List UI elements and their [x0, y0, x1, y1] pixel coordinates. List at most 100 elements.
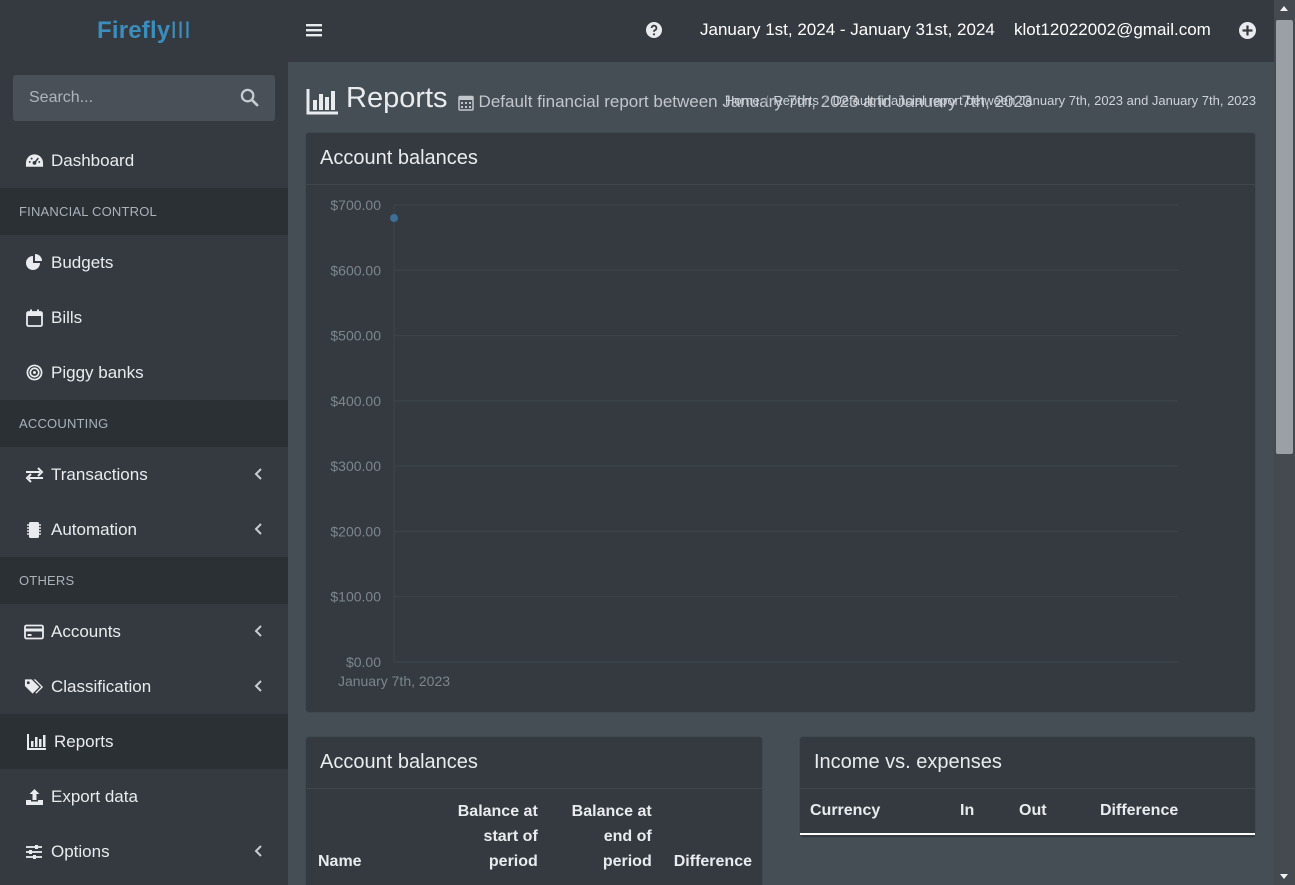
plus-circle-icon[interactable]	[1239, 22, 1256, 39]
scroll-down-arrow-icon[interactable]	[1280, 874, 1288, 879]
sidebar-item-label: Automation	[51, 519, 137, 539]
bar-chart-icon	[27, 732, 47, 752]
y-tick-label: $500.00	[330, 328, 381, 344]
page-title: Reports	[346, 82, 448, 114]
sidebar-item-label: Dashboard	[51, 150, 135, 170]
sidebar-item-dashboard[interactable]: Dashboard	[0, 133, 288, 188]
credit-card-icon	[24, 622, 44, 642]
sidebar-item-reports[interactable]: Reports	[0, 714, 288, 769]
chevron-left-icon	[254, 468, 262, 480]
y-tick-label: $700.00	[330, 197, 381, 213]
search-icon[interactable]	[240, 88, 259, 107]
search-input[interactable]	[29, 89, 229, 107]
breadcrumb: Home / Reports / Default financial repor…	[725, 93, 1256, 108]
income-vs-expenses-card: Income vs. expenses Currency In Out Diff…	[800, 737, 1255, 837]
tags-icon	[24, 677, 44, 697]
calendar-icon	[24, 308, 44, 328]
column-header-currency: Currency	[810, 802, 881, 819]
sidebar-item-label: Bills	[51, 307, 83, 327]
sidebar-item-label: Export data	[51, 786, 138, 806]
y-tick-label: $0.00	[346, 654, 381, 670]
sidebar-item-classification[interactable]: Classification	[0, 659, 288, 714]
scrollbar-thumb[interactable]	[1276, 20, 1293, 454]
card-title: Account balances	[306, 737, 762, 789]
table-header-row: Currency In Out Difference	[800, 789, 1255, 834]
account-balances-chart-card: Account balances $0.00 $100.00 $200.00 $300…	[306, 133, 1255, 712]
sidebar-item-automation[interactable]: Automation	[0, 502, 288, 557]
column-header-start-balance: Balance at start of period	[457, 803, 538, 870]
page-scrollbar[interactable]	[1274, 0, 1295, 885]
sidebar-item-transactions[interactable]: Transactions	[0, 447, 288, 502]
y-tick-label: $200.00	[330, 523, 381, 539]
y-tick-label: $100.00	[330, 589, 381, 605]
sidebar-item-budgets[interactable]: Budgets	[0, 235, 288, 290]
sidebar-item-label: Classification	[51, 676, 152, 696]
sliders-icon	[24, 842, 44, 862]
microchip-icon	[24, 520, 44, 540]
date-range-selector[interactable]: January 1st, 2024 - January 31st, 2024	[700, 20, 995, 40]
sidebar-item-label: Options	[51, 841, 110, 861]
column-header-in: In	[960, 802, 975, 819]
card-title: Income vs. expenses	[800, 737, 1255, 789]
y-tick-label: $600.00	[330, 262, 381, 278]
bullseye-icon	[24, 363, 44, 383]
upload-icon	[24, 787, 44, 807]
brand-suffix: III	[170, 17, 192, 44]
exchange-icon	[24, 465, 44, 485]
breadcrumb-separator: /	[823, 93, 828, 108]
chevron-left-icon	[254, 625, 262, 637]
column-header-end-balance: Balance at end of period	[571, 803, 652, 870]
column-header-out: Out	[1019, 802, 1047, 819]
sidebar-nav: Dashboard FINANCIAL CONTROL Budgets Bill…	[0, 133, 288, 879]
top-navbar: January 1st, 2024 - January 31st, 2024 k…	[288, 0, 1274, 62]
column-header-difference: Difference	[1100, 802, 1179, 819]
column-header-difference: Difference	[673, 853, 752, 870]
sidebar-item-label: Piggy banks	[51, 362, 144, 382]
account-balances-table: Name Balance at start of period Balance …	[306, 789, 762, 882]
sidebar-item-label: Reports	[54, 731, 114, 751]
x-tick-label: January 7th, 2023	[338, 673, 450, 689]
hamburger-menu-icon[interactable]	[306, 22, 322, 38]
card-title: Account balances	[306, 133, 1255, 185]
brand-main: Firefly	[96, 17, 171, 44]
breadcrumb-reports[interactable]: Reports	[773, 93, 819, 108]
chevron-left-icon	[254, 523, 262, 535]
breadcrumb-current: Default financial report between January…	[832, 93, 1256, 108]
app-root: FireflyIII Dashboard FINANCIAL CONTROL	[0, 0, 1295, 885]
sidebar-item-bills[interactable]: Bills	[0, 290, 288, 345]
chart-area: $0.00 $100.00 $200.00 $300.00 $400.00 $500.00…	[306, 185, 1255, 712]
main-content: Reports Default financial report between…	[288, 62, 1274, 885]
nav-header-financial: FINANCIAL CONTROL	[0, 188, 288, 235]
y-tick-label: $300.00	[330, 458, 381, 474]
search-box	[13, 75, 275, 121]
nav-header-others: OTHERS	[0, 557, 288, 604]
sidebar-item-label: Transactions	[51, 464, 148, 484]
account-balances-chart[interactable]: $0.00 $100.00 $200.00 $300.00 $400.00 $500.00…	[306, 185, 1255, 712]
scroll-up-arrow-icon[interactable]	[1280, 6, 1288, 11]
sidebar-item-label: Accounts	[51, 621, 121, 641]
data-point[interactable]	[390, 214, 398, 223]
nav-header-accounting: ACCOUNTING	[0, 400, 288, 447]
chevron-left-icon	[254, 680, 262, 692]
user-menu[interactable]: klot12022002@gmail.com	[1014, 20, 1211, 40]
bar-chart-icon	[306, 89, 338, 115]
table-header-row: Name Balance at start of period Balance …	[306, 789, 762, 882]
sidebar-item-options[interactable]: Options	[0, 824, 288, 879]
income-vs-expenses-table: Currency In Out Difference	[800, 789, 1255, 835]
breadcrumb-home[interactable]: Home	[725, 93, 760, 108]
sidebar: FireflyIII Dashboard FINANCIAL CONTROL	[0, 0, 288, 885]
sidebar-item-export-data[interactable]: Export data	[0, 769, 288, 824]
calendar-icon	[457, 95, 474, 111]
chevron-left-icon	[254, 845, 262, 857]
sidebar-item-piggy-banks[interactable]: Piggy banks	[0, 345, 288, 400]
y-tick-label: $400.00	[330, 393, 381, 409]
brand-logo[interactable]: Firefly III	[0, 0, 288, 62]
account-balances-table-card: Account balances Name Balance at start o…	[306, 737, 762, 885]
breadcrumb-separator: /	[764, 93, 769, 108]
column-header-name: Name	[318, 853, 362, 870]
pie-chart-icon	[24, 253, 44, 273]
help-icon[interactable]	[646, 22, 662, 38]
sidebar-item-accounts[interactable]: Accounts	[0, 604, 288, 659]
dashboard-icon	[24, 151, 44, 171]
sidebar-item-label: Budgets	[51, 252, 114, 272]
